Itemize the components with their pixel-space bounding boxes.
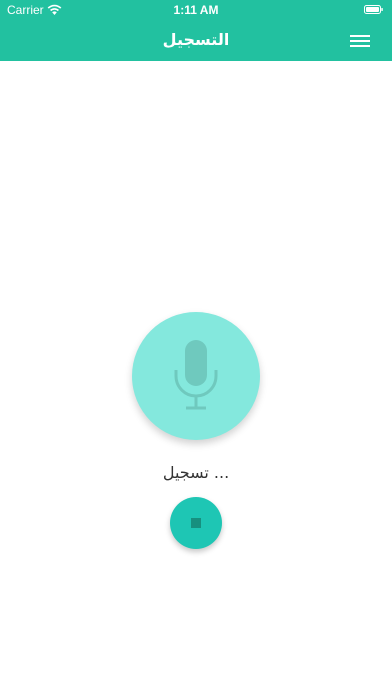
status-bar: Carrier 1:11 AM (0, 0, 392, 20)
page-title: التسجيل (162, 30, 230, 49)
battery-icon (364, 5, 383, 14)
top-bar: Carrier 1:11 AM التسجيل (0, 0, 392, 61)
recording-status: تسجيل ... (162, 463, 230, 482)
menu-button[interactable] (344, 30, 374, 52)
microphone-indicator (132, 312, 260, 440)
microphone-icon (174, 340, 218, 410)
stop-icon (191, 518, 201, 528)
stop-button[interactable] (170, 497, 222, 549)
clock: 1:11 AM (173, 3, 219, 17)
